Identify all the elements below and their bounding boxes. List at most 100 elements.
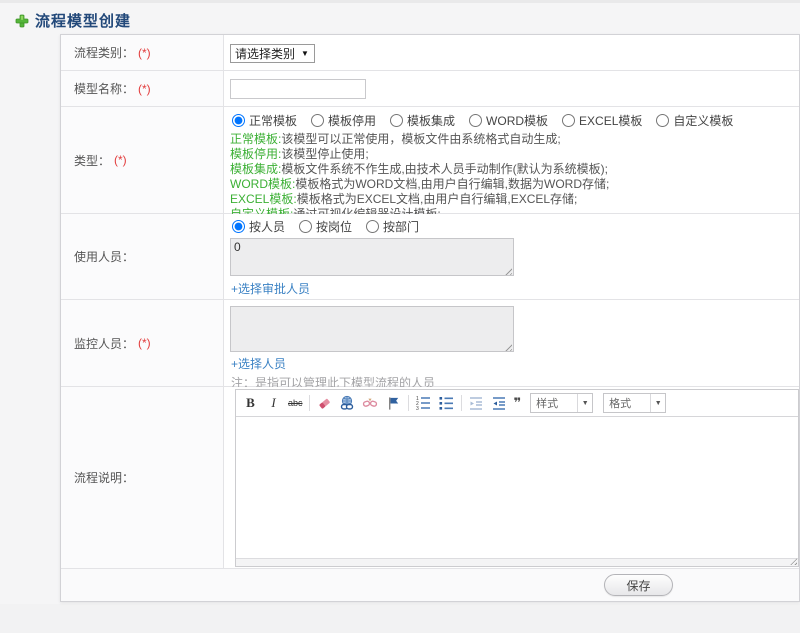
desc-text: 该模型可以正常使用，模板文件由系统格式自动生成; [281,132,561,146]
type-option-word[interactable]: WORD模板 [469,112,548,129]
type-radio-integrated[interactable] [390,114,404,127]
category-select[interactable]: 请选择类别 ▼ [230,44,315,63]
desc-term: 正常模板: [230,132,282,146]
save-button[interactable]: 保存 [604,574,673,596]
users-option-label: 按岗位 [316,220,353,234]
type-radio-custom[interactable] [656,114,670,127]
form-panel: 流程类别： (*) 请选择类别 ▼ 模型名称： (*) 类型： (*) 正常模板… [60,34,800,602]
remove-format-icon[interactable] [316,395,333,412]
editor-toolbar: B I abc 1 2 3 ❞ 样式 ▼ 格式 ▼ [236,390,798,417]
rich-text-editor: B I abc 1 2 3 ❞ 样式 ▼ 格式 ▼ [235,389,799,567]
required-mark: (*) [138,336,151,350]
model-name-content-cell [224,71,799,106]
blockquote-icon[interactable]: ❞ [514,395,522,412]
type-radio-disabled[interactable] [311,114,325,127]
category-label-cell: 流程类别： (*) [61,35,224,70]
users-radio-group: 按人员 按岗位 按部门 [224,214,799,235]
desc-text: 该模型停止使用; [281,147,369,161]
style-dropdown-value: 样式 [536,398,559,410]
type-option-label: 模板停用 [328,114,377,128]
style-dropdown[interactable]: 样式 ▼ [530,393,594,413]
desc-text: 模板文件系统不作生成,由技术人员手动制作(默认为系统模板); [281,162,609,176]
page-background-lower [0,604,800,633]
svg-text:3: 3 [416,406,419,411]
model-name-input[interactable] [230,79,366,99]
editor-content-area[interactable] [236,417,798,558]
format-dropdown[interactable]: 格式 ▼ [603,393,667,413]
type-option-custom[interactable]: 自定义模板 [656,112,733,129]
numbered-list-icon[interactable]: 1 2 3 [415,395,432,412]
select-people-link[interactable]: +选择人员 [231,355,799,372]
users-option-department[interactable]: 按部门 [366,218,419,235]
users-option-post[interactable]: 按岗位 [299,218,352,235]
outdent-icon[interactable] [468,395,485,412]
type-option-disabled[interactable]: 模板停用 [311,112,376,129]
type-option-normal[interactable]: 正常模板 [232,112,297,129]
type-option-label: WORD模板 [486,114,549,128]
users-label: 使用人员： [74,250,135,264]
link-icon[interactable] [339,395,356,412]
type-radio-word[interactable] [469,114,483,127]
row-type: 类型： (*) 正常模板 模板停用 模板集成 WORD模板 EXCEL模板 自定… [61,107,799,221]
monitors-label-cell: 监控人员： (*) [61,300,224,386]
type-radio-normal[interactable] [232,114,245,127]
type-label: 类型： [74,153,111,168]
users-option-person[interactable]: 按人员 [232,218,285,235]
unlink-icon[interactable] [362,395,379,412]
row-monitors: 监控人员： (*) +选择人员 注：是指可以管理此下模型流程的人员 [61,300,799,390]
required-mark: (*) [114,153,127,167]
type-description: 模板停用:该模型停止使用; [230,147,799,162]
type-option-label: EXCEL模板 [579,114,643,128]
type-radio-excel[interactable] [562,114,576,127]
type-description: 模板集成:模板文件系统不作生成,由技术人员手动制作(默认为系统模板); [230,162,799,177]
category-label: 流程类别： [74,46,135,60]
anchor-flag-icon[interactable] [385,395,402,412]
select-caret-icon: ▼ [301,49,309,58]
category-select-value: 请选择类别 [235,47,296,61]
users-radio-department[interactable] [366,220,380,233]
type-option-integrated[interactable]: 模板集成 [390,112,455,129]
monitors-content-cell: +选择人员 注：是指可以管理此下模型流程的人员 [224,300,799,390]
description-label-cell: 流程说明： [61,387,224,568]
users-label-cell: 使用人员： [61,214,224,299]
strikethrough-icon[interactable]: abc [288,395,303,412]
desc-term: 模板停用: [230,147,282,161]
category-content-cell: 请选择类别 ▼ [224,35,799,70]
row-description: 流程说明： B I abc 1 2 3 ❞ 样式 ▼ 格式 ▼ [61,387,799,569]
row-save: 保存 [61,569,799,601]
users-option-label: 按人员 [249,220,286,234]
desc-text: 模板格式为EXCEL文档,由用户自行编辑,EXCEL存储; [296,192,578,206]
users-radio-person[interactable] [232,220,245,233]
bullet-list-icon[interactable] [438,395,455,412]
plus-icon [15,14,29,28]
users-textarea[interactable]: 0 [230,238,514,276]
row-users: 使用人员： 按人员 按岗位 按部门 0 +选择审批人员 [61,214,799,315]
toolbar-separator [308,395,310,411]
desc-text: 模板格式为WORD文档,由用户自行编辑,数据为WORD存储; [295,177,610,191]
monitors-textarea[interactable] [230,306,514,352]
chevron-down-icon: ▼ [577,394,592,412]
users-content-cell: 按人员 按岗位 按部门 0 +选择审批人员 注：是指允许使用此模型的人员，留空为… [224,214,799,315]
select-approvers-link[interactable]: +选择审批人员 [231,280,799,297]
type-content-cell: 正常模板 模板停用 模板集成 WORD模板 EXCEL模板 自定义模板 正常模板… [224,107,799,221]
page-header: 流程模型创建 [15,10,131,31]
type-description: 正常模板:该模型可以正常使用，模板文件由系统格式自动生成; [230,132,799,147]
type-option-excel[interactable]: EXCEL模板 [562,112,642,129]
toolbar-separator [460,395,462,411]
italic-icon[interactable]: I [265,395,282,412]
required-mark: (*) [138,45,151,60]
type-description: WORD模板:模板格式为WORD文档,由用户自行编辑,数据为WORD存储; [230,177,799,192]
users-textarea-wrap: 0 [230,238,514,279]
type-radio-group: 正常模板 模板停用 模板集成 WORD模板 EXCEL模板 自定义模板 [224,107,799,129]
toolbar-separator [407,395,409,411]
type-label-cell: 类型： (*) [61,107,224,213]
page-title: 流程模型创建 [35,13,132,30]
indent-icon[interactable] [491,395,508,412]
monitors-label: 监控人员： [74,336,135,351]
users-radio-post[interactable] [299,220,313,233]
editor-bottom-bar [236,558,798,566]
type-description: EXCEL模板:模板格式为EXCEL文档,由用户自行编辑,EXCEL存储; [230,192,799,207]
bold-icon[interactable]: B [242,395,259,412]
editor-resize-grip-icon[interactable] [790,558,797,565]
desc-term: 模板集成: [230,162,282,176]
